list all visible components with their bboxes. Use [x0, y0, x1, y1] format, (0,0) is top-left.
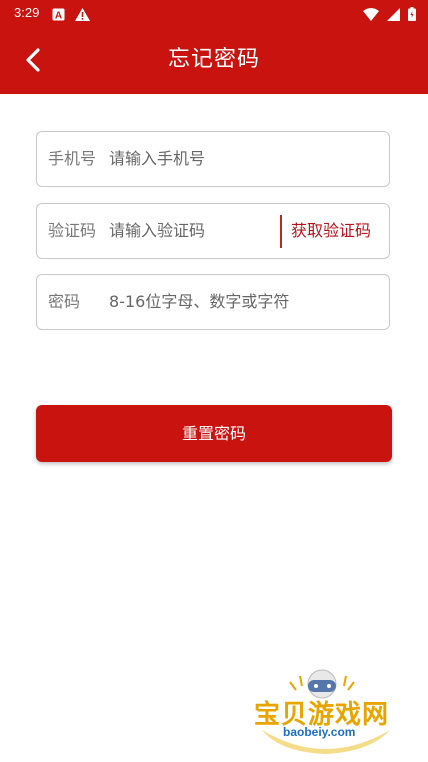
battery-icon — [408, 6, 416, 25]
page-title: 忘记密码 — [167, 47, 260, 72]
code-input[interactable] — [109, 212, 279, 248]
status-time: 3:29 — [14, 5, 40, 20]
svg-text:A: A — [55, 11, 62, 22]
reset-password-button[interactable]: 重置密码 — [36, 405, 392, 462]
app-bar: 忘记密码 — [0, 26, 428, 94]
phone-input[interactable] — [109, 140, 379, 176]
wifi-icon — [363, 6, 379, 25]
password-field: 密码 — [36, 274, 390, 330]
get-code-button[interactable]: 获取验证码 — [291, 204, 371, 257]
chevron-left-icon — [26, 48, 40, 72]
signal-icon — [387, 6, 400, 25]
code-field: 验证码 获取验证码 — [36, 203, 390, 259]
code-label: 验证码 — [48, 221, 97, 240]
status-bar: 3:29 A — [0, 0, 428, 26]
divider — [280, 215, 282, 248]
phone-field: 手机号 — [36, 131, 390, 187]
watermark-logo: 宝贝游戏网 baobeiy.com — [250, 668, 400, 758]
watermark-url: baobeiy.com — [283, 725, 356, 739]
password-label: 密码 — [48, 292, 81, 311]
phone-label: 手机号 — [48, 149, 97, 168]
password-input[interactable] — [109, 283, 379, 319]
warning-icon — [75, 6, 90, 25]
back-button[interactable] — [18, 44, 50, 76]
a-badge-icon: A — [52, 6, 65, 25]
